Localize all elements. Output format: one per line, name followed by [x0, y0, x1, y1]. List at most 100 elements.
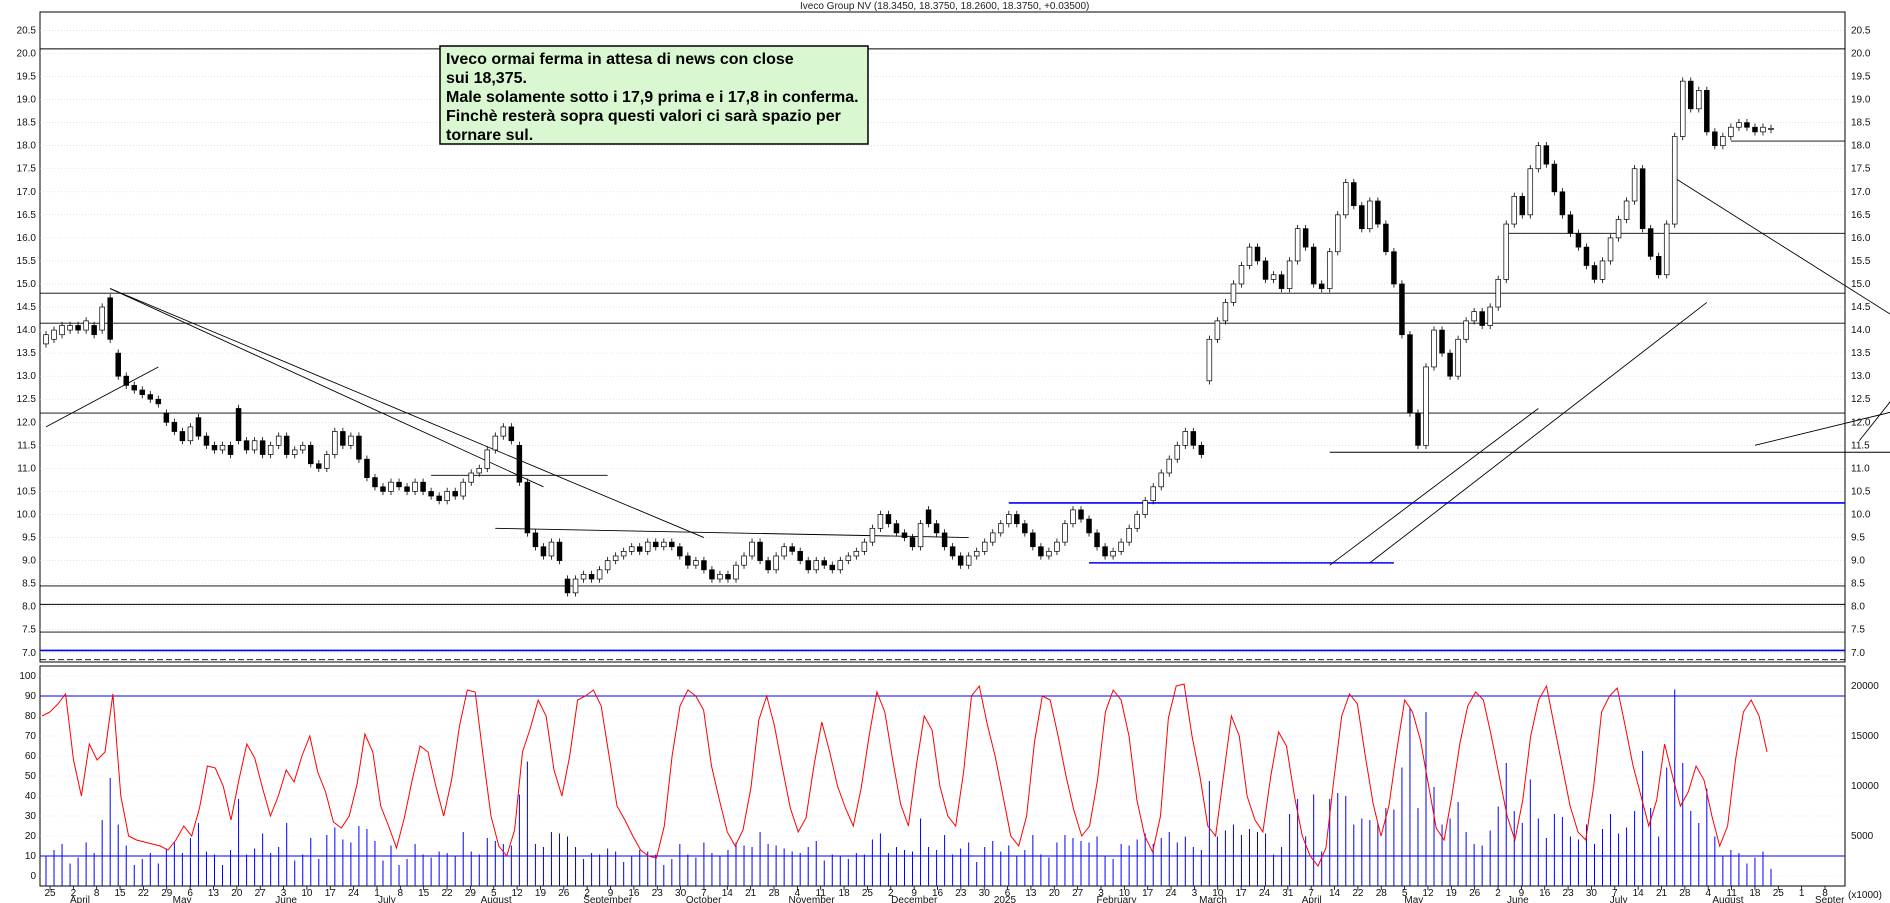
candle-body-134: [1118, 541, 1124, 552]
candle-body-152: [1262, 260, 1269, 280]
candle-body-180: [1487, 306, 1493, 326]
candle-body-113: [949, 546, 956, 557]
candle-body-173: [1431, 329, 1437, 368]
price-tick-left-3: 19.0: [17, 95, 37, 106]
candle-body-132: [1102, 546, 1108, 557]
candle-body-130: [1086, 518, 1092, 534]
annotation-line-1: Iveco ormai ferma in attesa di news con …: [446, 51, 794, 68]
candle-body-120: [1006, 514, 1012, 525]
date-label-62: 2: [1495, 888, 1501, 899]
date-label-52: 24: [1259, 888, 1271, 899]
candle-body-104: [877, 514, 884, 529]
candle-body-40: [364, 458, 370, 478]
candle-body-158: [1310, 246, 1317, 285]
price-tick-left-14: 13.5: [17, 348, 37, 359]
candle-body-24: [235, 408, 242, 442]
candle-body-64: [556, 541, 563, 561]
price-tick-right-21: 10.0: [1851, 509, 1871, 520]
candle-body-3: [67, 325, 73, 331]
candle-body-144: [1198, 444, 1205, 455]
candle-body-203: [1671, 136, 1678, 225]
date-label-70: 28: [1679, 888, 1691, 899]
candle-body-107: [901, 532, 908, 538]
candle-body-129: [1078, 509, 1084, 520]
date-label-56: 22: [1352, 888, 1364, 899]
month-label-3: July: [378, 895, 396, 903]
candle-body-187: [1543, 145, 1550, 165]
candle-body-27: [259, 440, 266, 455]
candle-body-183: [1511, 196, 1518, 225]
candle-body-159: [1318, 283, 1325, 289]
candle-body-39: [356, 435, 362, 460]
candle-body-215: [1768, 128, 1774, 130]
candle-body-97: [821, 560, 828, 566]
price-tick-right-23: 9.0: [1851, 556, 1865, 567]
candle-body-96: [813, 560, 819, 571]
candle-body-67: [580, 574, 587, 580]
price-tick-right-16: 12.5: [1851, 394, 1871, 405]
month-label-9: 2025: [994, 895, 1017, 903]
candle-body-127: [1062, 523, 1068, 543]
date-label-43: 20: [1049, 888, 1061, 899]
candle-body-101: [853, 551, 860, 557]
candle-body-42: [380, 486, 386, 492]
candle-body-100: [845, 555, 852, 561]
osc-tick-9: 10: [25, 851, 37, 862]
date-label-9: 27: [255, 888, 267, 899]
osc-tick-6: 40: [25, 791, 37, 802]
candle-body-103: [869, 527, 876, 543]
candle-body-10: [123, 375, 129, 386]
candle-body-156: [1294, 228, 1301, 262]
price-tick-right-25: 8.0: [1851, 602, 1865, 613]
candle-body-88: [749, 541, 755, 557]
candle-body-77: [661, 541, 667, 548]
price-tick-left-8: 16.5: [17, 210, 37, 221]
price-tick-right-17: 12.0: [1851, 417, 1871, 428]
candle-body-137: [1142, 500, 1148, 515]
month-label-7: November: [789, 895, 836, 903]
candle-body-60: [524, 481, 531, 534]
candle-body-20: [203, 435, 210, 446]
price-tick-left-16: 12.5: [17, 394, 37, 405]
price-tick-right-18: 11.5: [1851, 440, 1870, 451]
candle-body-118: [989, 532, 996, 543]
candle-body-108: [909, 537, 916, 548]
date-label-2: 8: [94, 888, 100, 899]
candle-body-206: [1696, 90, 1702, 110]
candle-body-186: [1535, 145, 1542, 170]
candle-body-68: [588, 574, 595, 580]
month-label-8: December: [891, 895, 938, 903]
date-label-22: 26: [558, 888, 570, 899]
date-label-73: 18: [1749, 888, 1761, 899]
price-tick-left-4: 18.5: [17, 118, 37, 129]
candle-body-8: [107, 297, 113, 340]
candle-body-1: [51, 329, 57, 340]
price-tick-right-9: 16.0: [1851, 233, 1871, 244]
date-label-30: 21: [745, 888, 757, 899]
candle-body-94: [797, 551, 803, 561]
date-label-47: 17: [1142, 888, 1154, 899]
candle-body-13: [147, 394, 154, 400]
candle-body-63: [548, 541, 555, 557]
candle-body-196: [1615, 219, 1622, 239]
candle-body-7: [99, 306, 105, 331]
date-label-16: 15: [418, 888, 430, 899]
price-tick-right-8: 16.5: [1851, 210, 1871, 221]
candle-body-181: [1495, 279, 1501, 308]
price-tick-right-11: 15.0: [1851, 279, 1871, 290]
candle-body-9: [115, 352, 121, 377]
candle-body-61: [532, 532, 539, 548]
date-label-75: 1: [1799, 888, 1805, 899]
candle-body-194: [1599, 260, 1606, 280]
candle-body-4: [75, 325, 81, 331]
candle-body-17: [179, 431, 186, 442]
candle-body-208: [1712, 131, 1718, 147]
candle-body-205: [1688, 80, 1694, 110]
osc-tick-7: 30: [25, 811, 37, 822]
date-label-60: 19: [1446, 888, 1458, 899]
month-label-15: July: [1610, 895, 1628, 903]
price-tick-left-15: 13.0: [17, 371, 37, 382]
date-label-51: 17: [1236, 888, 1248, 899]
candle-body-126: [1054, 541, 1060, 552]
candle-body-128: [1070, 509, 1076, 525]
